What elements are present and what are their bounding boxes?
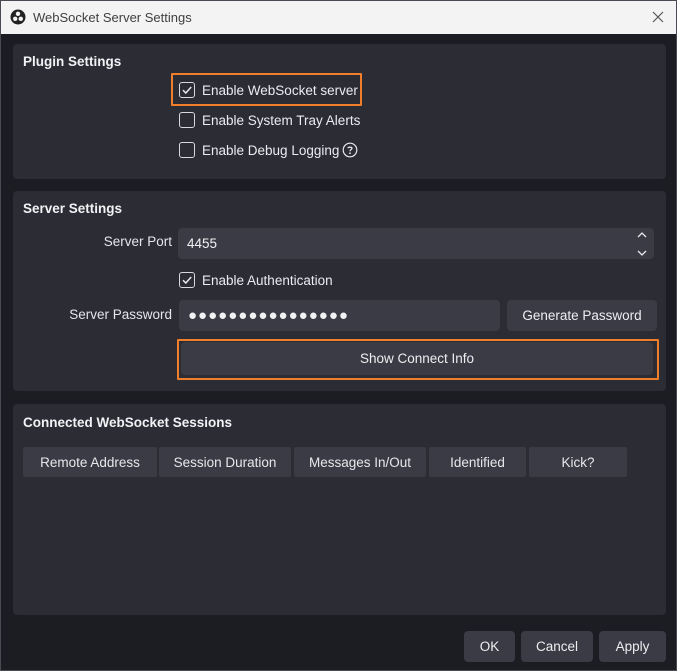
server-settings-panel: Server Settings Server Port 4455 Enable … bbox=[13, 191, 666, 391]
generate-password-button[interactable]: Generate Password bbox=[507, 300, 657, 331]
plugin-settings-title: Plugin Settings bbox=[23, 54, 122, 69]
sessions-panel: Connected WebSocket Sessions bbox=[13, 404, 666, 615]
enable-authentication-checkbox[interactable]: Enable Authentication bbox=[179, 269, 333, 291]
obs-logo-icon bbox=[10, 9, 26, 25]
enable-tray-alerts-label: Enable System Tray Alerts bbox=[202, 112, 361, 128]
server-password-input[interactable]: ●●●●●●●●●●●●●●●● bbox=[179, 300, 500, 331]
port-stepper[interactable] bbox=[636, 231, 648, 257]
highlight-enable-server bbox=[171, 73, 362, 106]
sessions-title: Connected WebSocket Sessions bbox=[23, 415, 233, 430]
server-password-value: ●●●●●●●●●●●●●●●● bbox=[188, 307, 349, 324]
help-question-icon[interactable] bbox=[342, 142, 358, 158]
enable-authentication-label: Enable Authentication bbox=[202, 272, 333, 288]
checkbox-unchecked-icon bbox=[179, 112, 195, 128]
enable-debug-logging-label: Enable Debug Logging bbox=[202, 142, 340, 158]
enable-debug-logging-checkbox[interactable]: Enable Debug Logging bbox=[179, 139, 358, 161]
checkbox-checked-icon bbox=[179, 272, 195, 288]
apply-button[interactable]: Apply bbox=[599, 631, 666, 662]
server-port-label: Server Port bbox=[103, 234, 172, 249]
highlight-connect-info bbox=[177, 339, 659, 380]
column-messages-in-out[interactable]: Messages In/Out bbox=[294, 447, 426, 477]
plugin-settings-panel: Plugin Settings Enable WebSocket server … bbox=[13, 44, 666, 179]
server-port-value: 4455 bbox=[187, 236, 218, 251]
server-port-input[interactable]: 4455 bbox=[178, 228, 654, 259]
chevron-down-icon[interactable] bbox=[637, 250, 647, 257]
window-title: WebSocket Server Settings bbox=[33, 10, 192, 25]
chevron-up-icon[interactable] bbox=[637, 231, 647, 238]
server-password-label: Server Password bbox=[69, 307, 172, 322]
close-icon[interactable] bbox=[648, 7, 668, 27]
enable-tray-alerts-checkbox[interactable]: Enable System Tray Alerts bbox=[179, 109, 360, 131]
column-kick[interactable]: Kick? bbox=[529, 447, 627, 477]
column-remote-address[interactable]: Remote Address bbox=[23, 447, 157, 477]
checkbox-unchecked-icon bbox=[179, 142, 195, 158]
settings-window: WebSocket Server Settings Plugin Setting… bbox=[0, 0, 677, 671]
server-settings-title: Server Settings bbox=[23, 201, 123, 216]
ok-button[interactable]: OK bbox=[464, 631, 515, 662]
column-session-duration[interactable]: Session Duration bbox=[159, 447, 291, 477]
title-bar: WebSocket Server Settings bbox=[1, 1, 676, 34]
column-identified[interactable]: Identified bbox=[429, 447, 526, 477]
cancel-button[interactable]: Cancel bbox=[521, 631, 593, 662]
